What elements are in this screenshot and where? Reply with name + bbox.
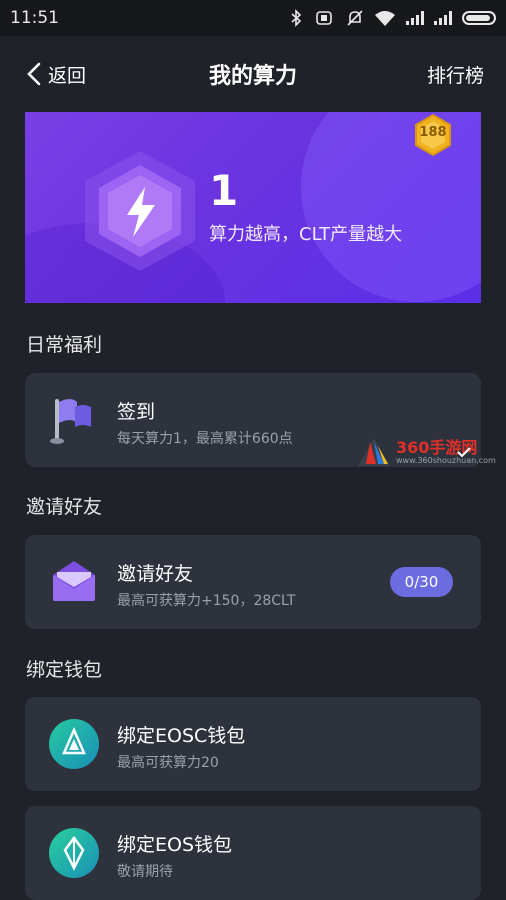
wifi-icon [375,11,395,26]
invite-subtitle: 最高可获算力+150，28CLT [117,593,296,609]
bind-eosc-card[interactable]: 绑定EOSC钱包 最高可获算力20 [25,697,481,791]
rank-number: 188 [419,125,447,140]
vibrate-icon [316,11,332,25]
invite-count-badge: 0/30 [390,567,453,597]
invite-card[interactable]: 邀请好友 最高可获算力+150，28CLT 0/30 [25,535,481,629]
section-daily-title: 日常福利 [26,334,103,356]
eosc-subtitle: 最高可获算力20 [117,755,219,771]
leaderboard-button[interactable]: 排行榜 [427,61,484,88]
bluetooth-icon [291,9,302,27]
back-label: 返回 [48,64,87,87]
watermark: 360手游网 www.360shouzhuan.com [356,434,506,470]
section-invite-title: 邀请好友 [26,496,103,518]
sign-in-title: 签到 [117,401,156,423]
eos-logo-icon [49,828,99,878]
flag-icon [50,399,91,444]
eos-title: 绑定EOS钱包 [117,834,233,856]
battery-icon [462,11,496,25]
watermark-url: www.360shouzhuan.com [396,456,496,465]
power-banner: 1 算力越高，CLT产量越大 188 [25,112,481,303]
status-bar: 11:51 [0,0,506,36]
power-value: 1 [209,166,239,215]
signal-1-icon [406,11,424,25]
eosc-logo-icon [49,719,99,769]
eos-subtitle: 敬请期待 [117,864,173,880]
watermark-logo-icon [358,438,390,466]
eosc-title: 绑定EOSC钱包 [117,725,246,747]
invite-title: 邀请好友 [117,563,194,585]
mute-icon [347,10,363,26]
bind-eos-card[interactable]: 绑定EOS钱包 敬请期待 [25,806,481,900]
power-subtitle: 算力越高，CLT产量越大 [209,224,403,245]
section-wallet-title: 绑定钱包 [26,659,103,681]
sign-in-subtitle: 每天算力1，最高累计660点 [117,431,293,447]
signal-2-icon [434,11,452,25]
banner-decoration [301,112,481,302]
chevron-left-icon [27,62,41,86]
check-icon [457,447,471,458]
lightning-hexagon-icon [85,151,195,271]
nav-bar: 返回 我的算力 排行榜 [0,36,506,112]
envelope-icon [53,561,95,601]
back-button[interactable]: 返回 [24,61,86,88]
status-time: 11:51 [10,8,59,28]
status-icons [290,9,496,27]
